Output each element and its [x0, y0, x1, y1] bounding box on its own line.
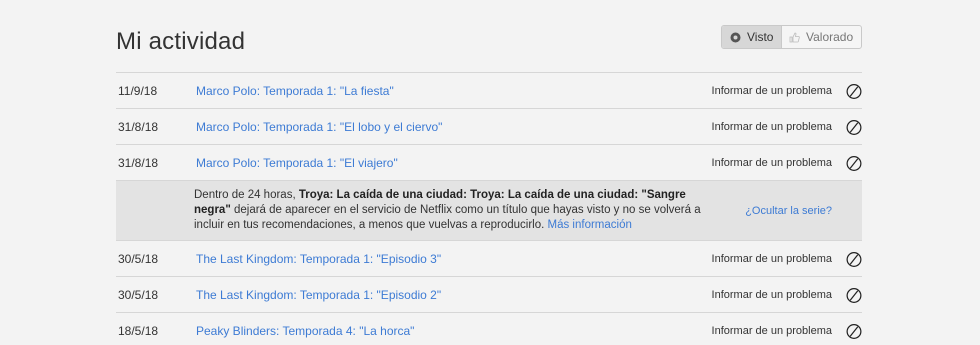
activity-list: 11/9/18 Marco Polo: Temporada 1: "La fie…: [116, 72, 862, 345]
title-link[interactable]: Marco Polo: Temporada 1: "El viajero": [196, 156, 712, 170]
activity-row: 30/5/18 The Last Kingdom: Temporada 1: "…: [116, 276, 862, 312]
prohibited-circle-icon[interactable]: [846, 251, 862, 267]
activity-row: 18/5/18 Peaky Blinders: Temporada 4: "La…: [116, 312, 862, 345]
row-date: 31/8/18: [118, 155, 159, 170]
row-date: 30/5/18: [118, 287, 159, 302]
more-info-link[interactable]: Más información: [548, 219, 632, 231]
toggle-rated-button[interactable]: Valorado: [782, 26, 861, 48]
row-date: 18/5/18: [118, 323, 159, 338]
toggle-seen-button[interactable]: Visto: [722, 26, 782, 48]
toggle-seen-label: Visto: [747, 30, 774, 44]
hide-series-link[interactable]: ¿Ocultar la serie?: [745, 205, 832, 217]
page-title: Mi actividad: [116, 28, 246, 55]
report-problem-link[interactable]: Informar de un problema: [712, 121, 832, 133]
prohibited-circle-icon[interactable]: [846, 287, 862, 303]
report-problem-link[interactable]: Informar de un problema: [712, 325, 832, 337]
title-link[interactable]: Marco Polo: Temporada 1: "El lobo y el c…: [196, 120, 712, 134]
activity-row: 30/5/18 The Last Kingdom: Temporada 1: "…: [116, 240, 862, 276]
prohibited-circle-icon[interactable]: [846, 155, 862, 171]
title-link[interactable]: Peaky Blinders: Temporada 4: "La horca": [196, 324, 712, 338]
report-problem-link[interactable]: Informar de un problema: [712, 157, 832, 169]
eye-dot-icon: [730, 32, 741, 43]
report-problem-link[interactable]: Informar de un problema: [712, 289, 832, 301]
row-date: 31/8/18: [118, 119, 159, 134]
title-link[interactable]: The Last Kingdom: Temporada 1: "Episodio…: [196, 252, 712, 266]
hidden-title-notice: Dentro de 24 horas, Troya: La caída de u…: [116, 180, 862, 240]
thumb-icon: [789, 32, 800, 43]
notice-message: Dentro de 24 horas, Troya: La caída de u…: [194, 188, 704, 233]
report-problem-link[interactable]: Informar de un problema: [712, 253, 832, 265]
view-toggle: Visto Valorado: [721, 25, 862, 49]
title-link[interactable]: Marco Polo: Temporada 1: "La fiesta": [196, 84, 712, 98]
activity-row: 11/9/18 Marco Polo: Temporada 1: "La fie…: [116, 72, 862, 108]
prohibited-circle-icon[interactable]: [846, 83, 862, 99]
notice-prefix: Dentro de 24 horas,: [194, 189, 299, 201]
prohibited-circle-icon[interactable]: [846, 323, 862, 339]
toggle-rated-label: Valorado: [806, 30, 854, 44]
report-problem-link[interactable]: Informar de un problema: [712, 85, 832, 97]
row-date: 11/9/18: [118, 83, 158, 98]
activity-page: Mi actividad Visto Valorado 11/9/18 Marc…: [0, 0, 980, 345]
activity-row: 31/8/18 Marco Polo: Temporada 1: "El via…: [116, 144, 862, 180]
row-date: 30/5/18: [118, 251, 159, 266]
prohibited-circle-icon[interactable]: [846, 119, 862, 135]
title-link[interactable]: The Last Kingdom: Temporada 1: "Episodio…: [196, 288, 712, 302]
activity-row: 31/8/18 Marco Polo: Temporada 1: "El lob…: [116, 108, 862, 144]
